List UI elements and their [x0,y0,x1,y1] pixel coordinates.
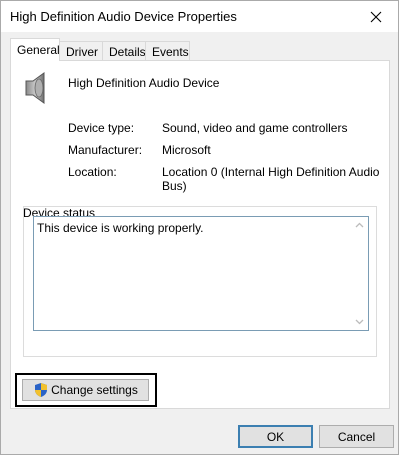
tab-events-label: Events [152,45,189,59]
device-type-value: Sound, video and game controllers [162,121,348,135]
location-label: Location: [68,165,117,179]
tab-details[interactable]: Details [102,41,146,60]
device-status-text: This device is working properly. [37,221,204,235]
manufacturer-label: Manufacturer: [68,143,143,157]
ok-label: OK [266,429,285,444]
shield-icon [35,383,48,397]
close-icon [370,11,382,22]
device-name: High Definition Audio Device [68,76,220,90]
scroll-down-arrow-icon[interactable] [355,319,364,325]
close-button[interactable] [354,1,398,32]
tab-events[interactable]: Events [145,41,190,60]
ok-button[interactable]: OK [238,425,313,448]
tab-driver-label: Driver [66,45,98,59]
device-status-textbox[interactable]: This device is working properly. [33,216,369,331]
title-bar[interactable]: High Definition Audio Device Properties [1,1,398,32]
window-title: High Definition Audio Device Properties [10,9,237,24]
change-settings-label: Change settings [51,383,138,397]
cancel-button[interactable]: Cancel [319,425,394,448]
device-type-label: Device type: [68,121,135,135]
tab-driver[interactable]: Driver [59,41,103,60]
change-settings-button[interactable]: Change settings [22,379,149,401]
scroll-up-arrow-icon[interactable] [355,222,364,228]
speaker-icon [25,72,45,104]
cancel-label: Cancel [337,429,376,444]
tab-general[interactable]: General [10,38,60,61]
tab-details-label: Details [109,45,146,59]
properties-dialog: High Definition Audio Device Properties … [0,0,399,455]
manufacturer-value: Microsoft [162,143,211,157]
tab-general-label: General [17,43,60,57]
location-value: Location 0 (Internal High Definition Aud… [162,165,380,193]
status-scrollbar[interactable] [351,217,368,330]
